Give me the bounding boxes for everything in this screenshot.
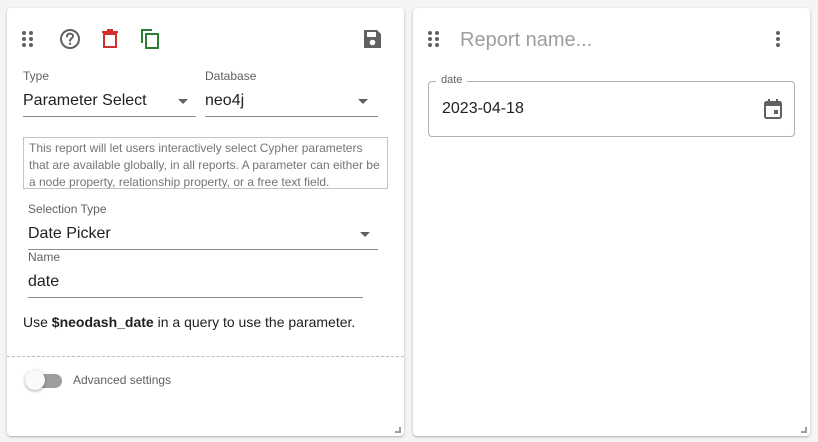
date-picker-label: date	[436, 74, 468, 86]
divider	[7, 356, 404, 357]
chevron-down-icon[interactable]	[360, 232, 370, 237]
database-label: Database	[205, 69, 257, 83]
usage-suffix: in a query to use the parameter.	[153, 314, 356, 330]
advanced-settings-label: Advanced settings	[73, 373, 172, 387]
database-select-value[interactable]: neo4j	[205, 92, 244, 110]
drag-handle-icon[interactable]	[21, 30, 35, 48]
type-select-underline	[23, 116, 196, 117]
more-vert-icon[interactable]	[774, 30, 782, 48]
settings-card: Type Parameter Select Database neo4j Thi…	[7, 8, 404, 436]
date-picker-value[interactable]: 2023-04-18	[442, 100, 524, 118]
chevron-down-icon[interactable]	[358, 99, 368, 104]
chevron-down-icon[interactable]	[178, 99, 188, 104]
report-card: Report name... date 2023-04-18	[413, 8, 810, 436]
drag-handle-icon[interactable]	[427, 30, 441, 48]
report-name-input[interactable]: Report name...	[460, 29, 592, 52]
database-select-underline	[205, 116, 378, 117]
resize-handle-icon[interactable]	[395, 427, 401, 433]
type-label: Type	[23, 69, 50, 83]
name-underline	[28, 297, 363, 298]
report-description: This report will let users interactively…	[23, 137, 388, 189]
save-icon[interactable]	[362, 29, 382, 49]
selection-type-underline	[28, 249, 378, 250]
name-label: Name	[28, 250, 61, 264]
usage-prefix: Use	[23, 314, 52, 330]
toggle-thumb[interactable]	[25, 370, 45, 390]
calendar-icon[interactable]	[764, 99, 782, 119]
copy-icon[interactable]	[139, 28, 161, 50]
parameter-usage-text: Use $neodash_date in a query to use the …	[23, 314, 355, 330]
parameter-name: $neodash_date	[51, 314, 154, 330]
selection-type-select-value[interactable]: Date Picker	[28, 225, 111, 243]
selection-type-label: Selection Type	[28, 202, 107, 216]
name-input[interactable]: date	[28, 273, 59, 291]
type-select-value[interactable]: Parameter Select	[23, 92, 147, 110]
delete-icon[interactable]	[101, 29, 119, 49]
help-icon[interactable]	[59, 28, 81, 50]
resize-handle-icon[interactable]	[801, 427, 807, 433]
